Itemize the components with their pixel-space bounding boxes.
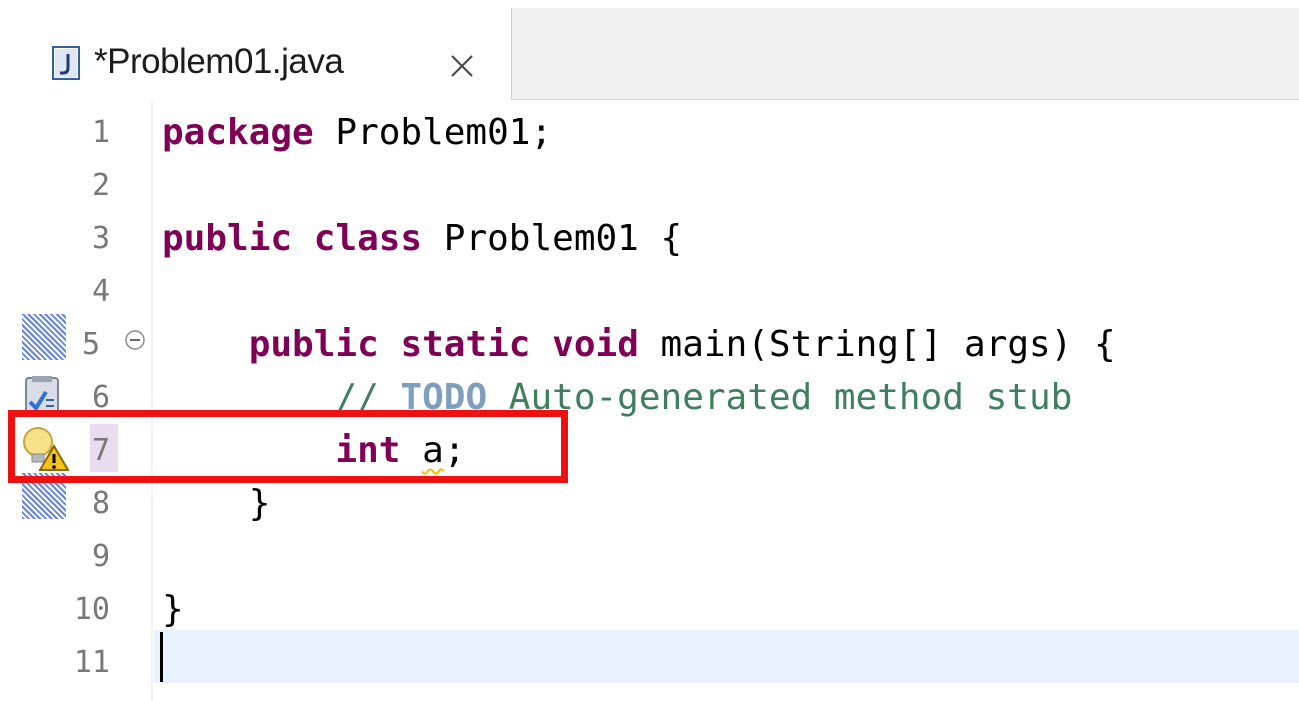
tab-title: *Problem01.java [94, 42, 344, 81]
editor-tab-bar: *Problem01.java [12, 8, 1299, 100]
keyword: public [162, 218, 293, 259]
line-number: 5 [81, 327, 100, 362]
fold-collapse-icon[interactable] [124, 329, 146, 351]
line-number: 11 [73, 645, 110, 680]
code-line-3[interactable]: 3 public class Problem01 { [0, 212, 1299, 265]
code-text: } [162, 589, 184, 630]
code-line-10[interactable]: 10 } [0, 583, 1299, 636]
code-line-8[interactable]: 8 } [0, 477, 1299, 530]
code-line-1[interactable]: 1 package Problem01; [0, 106, 1299, 159]
line-number: 10 [73, 592, 110, 627]
code-line-5[interactable]: 5 public static void main(String[] args)… [0, 318, 1299, 371]
code-text: public static void main(String[] args) { [162, 318, 1116, 371]
code-fragment: ; [443, 430, 466, 471]
comment: Auto-generated method stub [487, 377, 1073, 418]
line-number: 1 [91, 115, 110, 150]
top-strip [0, 0, 1299, 8]
code-text: // TODO Auto-generated method stub [162, 371, 1072, 424]
keyword: static [400, 324, 531, 365]
line-number: 2 [91, 168, 110, 203]
code-fragment: main(String[] args) { [638, 324, 1116, 365]
quick-fix-warning-icon[interactable] [20, 424, 70, 472]
line-number: 4 [91, 274, 110, 309]
java-file-icon [52, 46, 80, 80]
close-icon[interactable] [450, 54, 474, 78]
keyword: int [335, 430, 401, 471]
task-marker-icon[interactable] [20, 376, 64, 416]
keyword: class [313, 218, 423, 259]
code-fragment: Problem01 { [422, 218, 683, 259]
code-text: int a; [162, 424, 465, 477]
code-line-6[interactable]: 6 // TODO Auto-generated method stub [0, 371, 1299, 424]
code-text: } [162, 483, 271, 524]
todo-tag: TODO [400, 377, 488, 418]
warning-variable[interactable]: a [422, 430, 444, 471]
line-number: 3 [91, 221, 110, 256]
line-number: 8 [91, 486, 110, 521]
text-caret [160, 632, 163, 682]
code-line-11[interactable]: 11 [0, 636, 1299, 689]
line-number: 9 [91, 539, 110, 574]
code-fragment: Problem01; [313, 112, 553, 153]
code-line-7[interactable]: 7 int a; [0, 424, 1299, 477]
keyword: package [162, 112, 314, 153]
keyword: public [248, 324, 379, 365]
code-line-4[interactable]: 4 [0, 265, 1299, 318]
code-text: public class Problem01 { [162, 212, 682, 265]
comment: // [335, 377, 401, 418]
code-line-9[interactable]: 9 [0, 530, 1299, 583]
keyword: void [552, 324, 639, 365]
code-text: package Problem01; [162, 106, 552, 159]
editor-tab-problem01[interactable]: *Problem01.java [12, 8, 512, 100]
code-line-2[interactable]: 2 [0, 159, 1299, 212]
editor-window: *Problem01.java 1 package Problem01; 2 3… [0, 0, 1299, 701]
